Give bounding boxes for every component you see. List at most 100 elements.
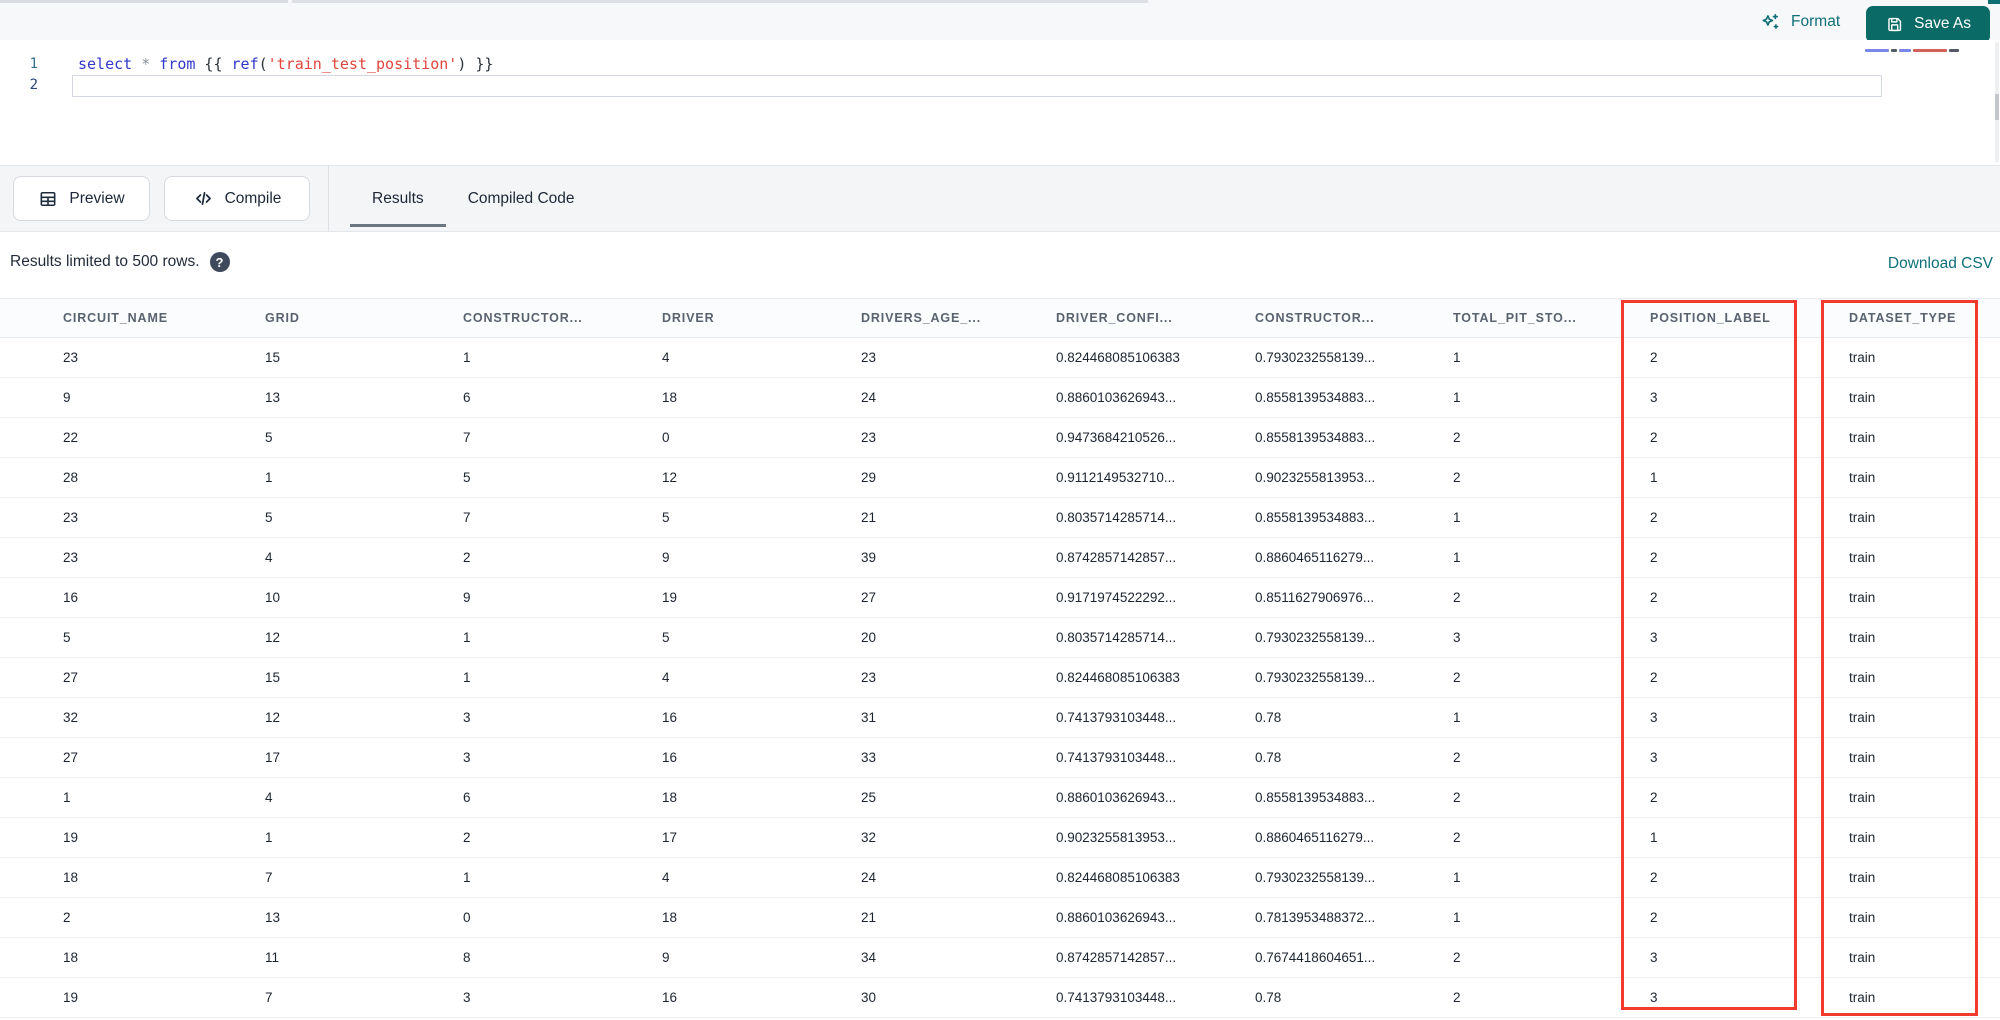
table-cell: 1: [1453, 390, 1461, 405]
table-cell: 2: [1650, 550, 1658, 565]
table-cell: 0.8558139534883...: [1255, 790, 1376, 805]
sql-editor[interactable]: 1 2 select * from {{ ref('train_test_pos…: [0, 40, 2000, 165]
table-cell: train: [1849, 390, 1876, 405]
table-cell: 0.8860103626943...: [1056, 790, 1177, 805]
table-cell: 0.7813953488372...: [1255, 910, 1376, 925]
table-cell: 17: [265, 750, 281, 765]
table-cell: 18: [662, 790, 678, 805]
column-header: GRID: [265, 311, 300, 325]
table-cell: 1: [1453, 910, 1461, 925]
column-header: CONSTRUCTOR...: [463, 311, 583, 325]
table-cell: 0: [463, 910, 471, 925]
code-token: 'train_test_position': [267, 55, 458, 73]
table-cell: 30: [861, 990, 877, 1005]
table-cell: 0.7930232558139...: [1255, 350, 1376, 365]
line-number: 2: [29, 77, 38, 93]
table-cell: 10: [265, 590, 281, 605]
table-cell: 24: [861, 870, 877, 885]
table-cell: 0.78: [1255, 750, 1282, 765]
table-cell: 0.8860103626943...: [1056, 390, 1177, 405]
table-cell: train: [1849, 550, 1876, 565]
table-cell: 27: [861, 590, 877, 605]
compile-button[interactable]: Compile: [164, 176, 310, 221]
table-cell: 3: [463, 990, 471, 1005]
editor-scrollbar[interactable]: [1995, 42, 1999, 162]
help-icon[interactable]: ?: [209, 252, 230, 272]
table-cell: 1: [1453, 870, 1461, 885]
table-cell: 3: [1650, 750, 1658, 765]
table-cell: 3: [463, 750, 471, 765]
table-cell: train: [1849, 630, 1876, 645]
table-cell: 2: [1453, 590, 1461, 605]
code-token: select: [78, 55, 133, 73]
column-header: DRIVERS_AGE_...: [861, 311, 982, 325]
results-table: CIRCUIT_NAME GRID CONSTRUCTOR... DRIVER DRIV…: [0, 298, 2000, 1018]
download-csv-link[interactable]: Download CSV: [1888, 255, 1993, 273]
table-cell: train: [1849, 750, 1876, 765]
table-cell: 34: [861, 950, 877, 965]
table-cell: 33: [861, 750, 877, 765]
table-cell: 0.8742857142857...: [1056, 550, 1177, 565]
preview-button[interactable]: Preview: [13, 176, 150, 221]
save-as-button[interactable]: Save As: [1866, 5, 1990, 43]
table-cell: 2: [1650, 790, 1658, 805]
table-cell: 5: [63, 630, 71, 645]
table-cell: 2: [1650, 870, 1658, 885]
table-cell: 28: [63, 470, 79, 485]
table-cell: 19: [662, 590, 678, 605]
table-cell: 18: [662, 390, 678, 405]
table-cell: 4: [662, 670, 670, 685]
table-cell: 0.7674418604651...: [1255, 950, 1376, 965]
table-cell: 2: [463, 550, 471, 565]
table-cell: train: [1849, 910, 1876, 925]
table-cell: 32: [861, 830, 877, 845]
table-cell: 0.9023255813953...: [1056, 830, 1177, 845]
table-cell: 20: [861, 630, 877, 645]
table-cell: 1: [463, 870, 471, 885]
table-row: 9 13 6 18 24 0.8860103626943... 0.855813953488…: [0, 378, 2000, 418]
table-cell: 1: [265, 830, 273, 845]
editor-minimap[interactable]: [1865, 47, 1991, 61]
table-cell: 22: [63, 430, 79, 445]
preview-label: Preview: [69, 189, 125, 207]
table-cell: 0.7413793103448...: [1056, 750, 1177, 765]
code-token: ref: [231, 55, 259, 73]
table-cell: 23: [861, 430, 877, 445]
tab-compiled-code[interactable]: Compiled Code: [446, 166, 597, 231]
table-cell: 0.824468085106383: [1056, 670, 1180, 685]
table-cell: 0.78: [1255, 710, 1282, 725]
table-cell: 0.8035714285714...: [1056, 630, 1177, 645]
table-cell: 0.824468085106383: [1056, 350, 1180, 365]
table-cell: 21: [861, 910, 877, 925]
scrollbar-thumb[interactable]: [1995, 94, 1999, 120]
table-cell: 0.8860465116279...: [1255, 830, 1375, 845]
minimap-code-mark: [1913, 49, 1947, 52]
table-cell: 23: [63, 550, 79, 565]
table-cell: 16: [662, 990, 678, 1005]
format-button[interactable]: Format: [1754, 11, 1846, 34]
table-icon: [38, 189, 58, 209]
table-cell: 5: [265, 510, 273, 525]
table-cell: 9: [463, 590, 471, 605]
table-cell: 2: [1650, 350, 1658, 365]
table-cell: 23: [861, 670, 877, 685]
table-cell: 11: [265, 950, 280, 965]
table-cell: 8: [463, 950, 471, 965]
tab-results[interactable]: Results: [350, 166, 446, 231]
table-cell: 7: [463, 510, 471, 525]
table-cell: 9: [63, 390, 71, 405]
table-cell: 12: [662, 470, 678, 485]
table-cell: 3: [1453, 630, 1461, 645]
table-cell: 31: [861, 710, 877, 725]
table-cell: 1: [1453, 550, 1461, 565]
column-header: POSITION_LABEL: [1650, 311, 1771, 325]
table-cell: 0.9171974522292...: [1056, 590, 1177, 605]
table-cell: 0.8742857142857...: [1056, 950, 1177, 965]
table-row: 16 10 9 19 27 0.9171974522292... 0.85116279069…: [0, 578, 2000, 618]
table-cell: 16: [662, 710, 678, 725]
current-line-highlight: [72, 75, 1882, 97]
table-row: 23 15 1 4 23 0.824468085106383 0.7930232558139…: [0, 338, 2000, 378]
table-cell: 6: [463, 790, 471, 805]
table-row: 32 12 3 16 31 0.7413793103448... 0.78 1 3 train: [0, 698, 2000, 738]
